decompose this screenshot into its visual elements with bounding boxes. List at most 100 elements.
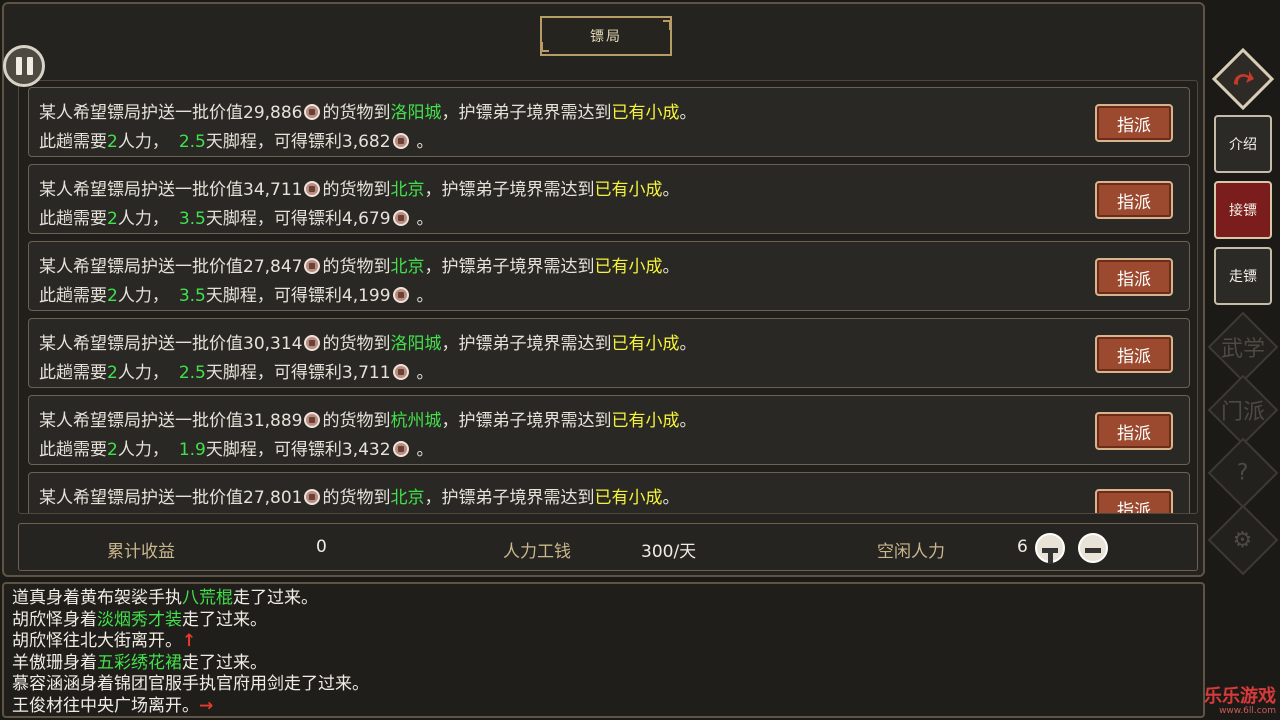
assign-button[interactable]: 指派 (1095, 258, 1173, 296)
job-end: 。 (679, 334, 697, 354)
escort-job-card: 某人希望镖局护送一批价值30,314 的货物到洛阳城，护镖弟子境界需达到已有小成。… (28, 318, 1190, 388)
job-description: 某人希望镖局护送一批价值31,889 的货物到杭州城，护镖弟子境界需达到已有小成。 (39, 406, 696, 431)
remove-manpower-button[interactable] (1078, 533, 1108, 563)
reward-value: 4,199 (341, 286, 391, 306)
job-end: 。 (416, 440, 434, 460)
escort-job-list[interactable]: 某人希望镖局护送一批价值29,886 的货物到洛阳城，护镖弟子境界需达到已有小成。… (18, 80, 1198, 514)
reward-value: 3,711 (341, 363, 391, 383)
travel-days: 3.5 (178, 209, 206, 229)
job-end: 。 (662, 488, 680, 508)
job-description: 某人希望镖局护送一批价值27,847 的货物到北京，护镖弟子境界需达到已有小成。 (39, 252, 679, 277)
days-unit: 天脚程，可得镖利 (205, 363, 342, 383)
travel-days: 3.5 (178, 286, 206, 306)
escort-job-card: 某人希望镖局护送一批价值29,886 的货物到洛阳城，护镖弟子境界需达到已有小成。… (28, 87, 1190, 157)
reward-value: 3,432 (341, 440, 391, 460)
back-button[interactable] (1211, 47, 1275, 111)
item-name: 五彩绣花裙 (97, 652, 182, 673)
martial-arts-icon: 武学 (1220, 336, 1266, 362)
help-nav-disabled: ? (1207, 437, 1279, 509)
job-end: 。 (679, 411, 697, 431)
job-prefix: 某人希望镖局护送一批价值 (39, 488, 243, 508)
panel-title-text: 镖局 (590, 29, 622, 45)
required-realm: 已有小成 (611, 334, 680, 354)
job-prefix: 某人希望镖局护送一批价值 (39, 411, 243, 431)
log-text: 走了过来。 (182, 609, 267, 630)
assign-button[interactable]: 指派 (1095, 181, 1173, 219)
job-terms: 此趟需要2人力， 3.5天脚程，可得镖利4,679 。 (39, 204, 434, 229)
watermark-url: www.6ll.com (1219, 706, 1276, 716)
required-manpower: 2 (107, 132, 118, 152)
coin-icon (304, 104, 321, 120)
job-goods-text: 的货物到 (322, 411, 391, 431)
job-realm-text: ，护镖弟子境界需达到 (424, 180, 595, 200)
assign-button[interactable]: 指派 (1095, 412, 1173, 450)
job-end: 。 (416, 132, 434, 152)
wage-label: 人力工钱 (503, 542, 571, 562)
manpower-unit: 人力， (117, 286, 169, 306)
trip-text: 此趟需要 (39, 132, 107, 152)
assign-button[interactable]: 指派 (1095, 104, 1173, 142)
job-prefix: 某人希望镖局护送一批价值 (39, 103, 243, 123)
destination: 杭州城 (390, 411, 442, 431)
job-goods-text: 的货物到 (322, 334, 391, 354)
required-realm: 已有小成 (594, 180, 663, 200)
pause-icon (15, 57, 22, 75)
stats-bar: 累计收益 0 人力工钱 300/天 空闲人力 6 (18, 523, 1198, 571)
coin-icon (392, 287, 409, 303)
goods-value: 31,889 (243, 411, 303, 431)
log-line: 慕容涵涵身着锦团官服手执官府用剑走了过来。 (12, 674, 369, 696)
watermark-text: 乐乐游戏 (1204, 686, 1276, 707)
job-realm-text: ，护镖弟子境界需达到 (441, 411, 612, 431)
trip-text: 此趟需要 (39, 286, 107, 306)
log-text: 道真身着黄布袈裟手执 (12, 588, 182, 608)
direction-arrow-icon: ↑ (182, 631, 197, 651)
coin-icon (392, 210, 409, 226)
job-realm-text: ，护镖弟子境界需达到 (424, 488, 595, 508)
required-realm: 已有小成 (594, 488, 663, 508)
required-realm: 已有小成 (594, 257, 663, 277)
assign-button[interactable]: 指派 (1095, 489, 1173, 513)
assign-button[interactable]: 指派 (1095, 335, 1173, 373)
required-realm: 已有小成 (611, 103, 680, 123)
coin-icon (304, 489, 321, 505)
tab-intro[interactable]: 介绍 (1214, 115, 1272, 173)
idle-manpower-value: 6 (1017, 537, 1028, 557)
log-line: 王俊材往中央广场离开。→ (12, 696, 369, 718)
job-realm-text: ，护镖弟子境界需达到 (441, 334, 612, 354)
title-corner-ornament (663, 20, 671, 30)
sect-nav-disabled: 门派 (1207, 374, 1279, 446)
job-description: 某人希望镖局护送一批价值34,711 的货物到北京，护镖弟子境界需达到已有小成。 (39, 175, 679, 200)
escort-job-card: 某人希望镖局护送一批价值27,801 的货物到北京，护镖弟子境界需达到已有小成。 指… (28, 472, 1190, 513)
destination: 洛阳城 (390, 103, 442, 123)
job-terms: 此趟需要2人力， 2.5天脚程，可得镖利3,682 。 (39, 127, 434, 152)
add-manpower-button[interactable] (1035, 533, 1065, 564)
destination: 北京 (390, 180, 425, 200)
minus-icon (1085, 548, 1101, 553)
manpower-unit: 人力， (117, 440, 169, 460)
side-nav: 介绍 接镖 走镖 武学 门派 ? ⚙ (1207, 0, 1280, 720)
tab-accept-escort[interactable]: 接镖 (1214, 181, 1272, 239)
days-unit: 天脚程，可得镖利 (205, 286, 342, 306)
days-unit: 天脚程，可得镖利 (205, 440, 342, 460)
job-realm-text: ，护镖弟子境界需达到 (441, 103, 612, 123)
manpower-unit: 人力， (117, 363, 169, 383)
destination: 北京 (390, 488, 425, 508)
required-manpower: 2 (107, 209, 118, 229)
coin-icon (304, 412, 321, 428)
idle-manpower-label: 空闲人力 (877, 542, 945, 562)
job-prefix: 某人希望镖局护送一批价值 (39, 334, 243, 354)
job-end: 。 (416, 286, 434, 306)
job-terms: 此趟需要2人力， 3.5天脚程，可得镖利4,199 。 (39, 281, 434, 306)
title-corner-ornament (541, 42, 549, 52)
job-end: 。 (679, 103, 697, 123)
coin-icon (304, 258, 321, 274)
coin-icon (392, 133, 409, 149)
tab-run-escort[interactable]: 走镖 (1214, 247, 1272, 305)
wage-value: 300/天 (641, 542, 697, 562)
pause-icon-bar (26, 57, 33, 75)
job-realm-text: ，护镖弟子境界需达到 (424, 257, 595, 277)
log-line: 道真身着黄布袈裟手执八荒棍走了过来。 (12, 588, 369, 610)
pause-button[interactable] (3, 45, 45, 87)
required-realm: 已有小成 (611, 411, 680, 431)
required-manpower: 2 (107, 286, 118, 306)
